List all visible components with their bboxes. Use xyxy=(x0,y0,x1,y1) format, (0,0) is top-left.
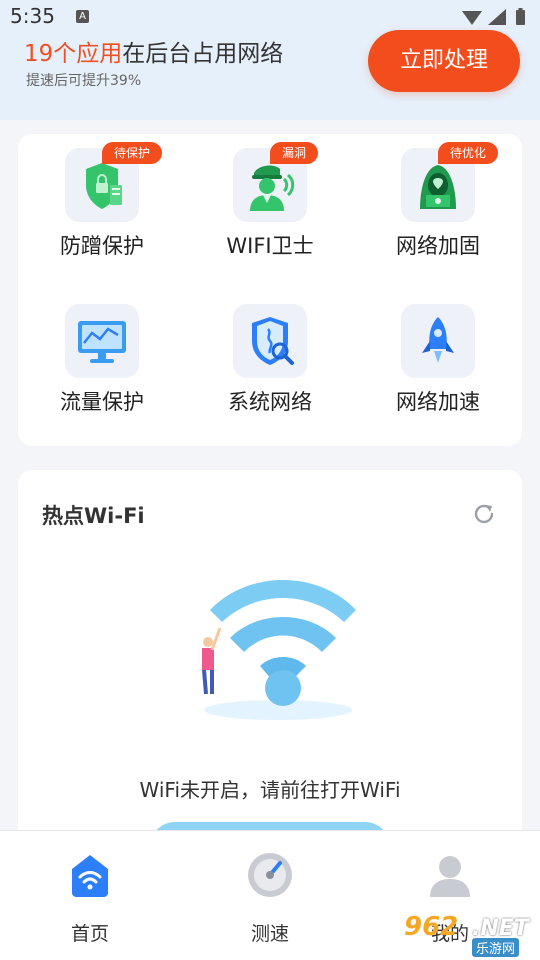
feature-network-speedup[interactable]: 网络加速 xyxy=(354,290,522,440)
tab-speedtest[interactable]: 测速 xyxy=(180,831,360,960)
monitor-chart-icon xyxy=(65,304,139,378)
alert-headline: 19个应用在后台占用网络 xyxy=(24,34,283,68)
alert-rest-text: 在后台占用网络 xyxy=(122,41,284,67)
watermark-sub: 乐游网 xyxy=(472,938,520,957)
rocket-icon xyxy=(401,304,475,378)
wifi-signal-icon xyxy=(462,11,482,25)
feature-badge: 待保护 xyxy=(102,142,163,164)
home-wifi-icon xyxy=(72,855,108,897)
feature-system-network[interactable]: 系统网络 xyxy=(186,290,354,440)
tab-label: 首页 xyxy=(70,923,109,945)
speedup-hint: 提速后可提升39% xyxy=(26,73,142,89)
user-icon xyxy=(430,856,470,897)
site-watermark: 962 .NET 乐游网 xyxy=(400,912,536,957)
fix-now-button[interactable]: 立即处理 xyxy=(368,30,520,92)
tab-label: 测速 xyxy=(250,923,289,945)
watermark-number: 962 xyxy=(404,912,459,942)
feature-label: 流量保护 xyxy=(60,390,144,414)
feature-label: 防蹭保护 xyxy=(60,234,144,258)
feature-label: 网络加固 xyxy=(396,234,480,258)
feature-badge: 待优化 xyxy=(438,142,499,164)
feature-badge: 漏洞 xyxy=(270,142,319,164)
refresh-icon[interactable] xyxy=(472,502,496,530)
hotspot-wifi-card: 热点Wi-Fi WiFi未开启，请前往打开WiFi xyxy=(18,470,522,872)
feature-label: WIFI卫士 xyxy=(226,234,314,258)
feature-network-hardening[interactable]: 待优化 网络加固 xyxy=(354,134,522,284)
tab-home[interactable]: 首页 xyxy=(0,831,180,960)
shield-scan-icon xyxy=(233,304,307,378)
feature-label: 网络加速 xyxy=(396,390,480,414)
feature-label: 系统网络 xyxy=(228,390,312,414)
battery-icon xyxy=(516,8,525,25)
status-time: 5:35 xyxy=(10,4,55,28)
speedometer-icon xyxy=(248,853,292,897)
feature-grid: 待保护 防蹭保护 漏洞 WIFI卫士 待优化 网络加固 流量保护 系统网络 网络… xyxy=(18,134,522,446)
cell-signal-icon xyxy=(488,9,506,25)
feature-anti-leech[interactable]: 待保护 防蹭保护 xyxy=(18,134,186,284)
wifi-off-illustration xyxy=(168,570,378,734)
wifi-off-message: WiFi未开启，请前往打开WiFi xyxy=(139,778,401,802)
status-bar: 5:35 A xyxy=(0,0,540,32)
feature-wifi-guard[interactable]: 漏洞 WIFI卫士 xyxy=(186,134,354,284)
status-icons xyxy=(460,7,530,27)
network-alert-banner: 19个应用在后台占用网络 提速后可提升39% 立即处理 xyxy=(0,30,540,120)
notification-a-icon: A xyxy=(76,10,89,23)
app-count-text: 19个应用 xyxy=(24,41,123,67)
card-title: 热点Wi-Fi xyxy=(42,504,145,528)
feature-data-protection[interactable]: 流量保护 xyxy=(18,290,186,440)
